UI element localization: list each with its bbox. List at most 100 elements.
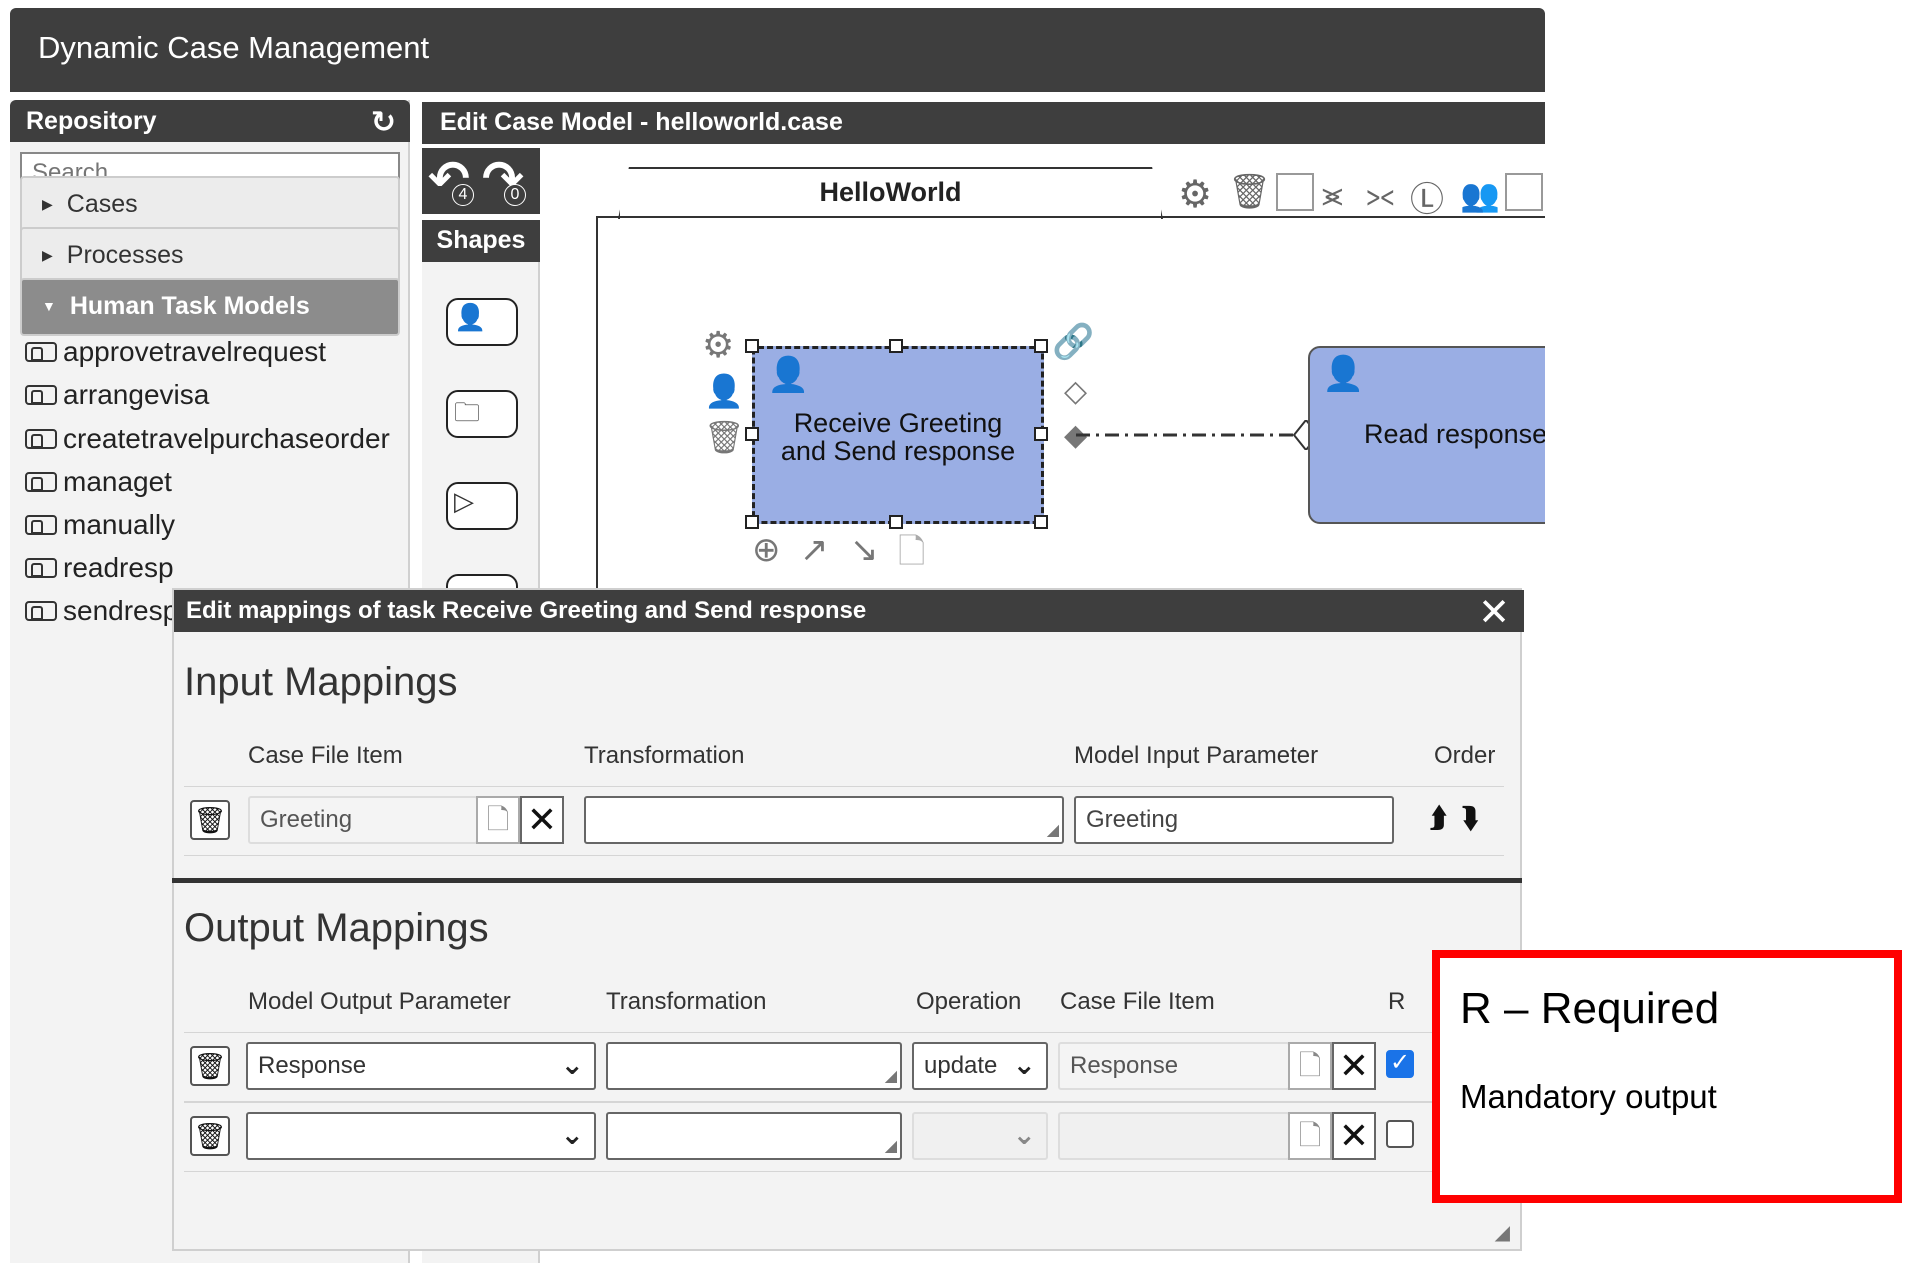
section-processes[interactable]: ▶ Processes <box>20 227 400 285</box>
task-read-response[interactable]: 👤 Read response <box>1308 346 1568 524</box>
link-icon[interactable]: 🔗 <box>1052 322 1094 362</box>
resize-handle[interactable] <box>1034 339 1048 353</box>
human-task-label: arrangevisa <box>63 379 210 410</box>
select-case-file-item-document-icon[interactable]: 🗋 <box>1288 1112 1332 1160</box>
dialog-title: Edit mappings of task Receive Greeting a… <box>186 597 867 624</box>
clear-case-file-item-x-icon[interactable]: ✕ <box>1332 1112 1376 1160</box>
required-checkbox-unchecked[interactable] <box>1386 1120 1414 1148</box>
edit-mappings-dialog: Edit mappings of task Receive Greeting a… <box>172 588 1524 1251</box>
col-required: R <box>1388 988 1406 1015</box>
redo-icon[interactable]: ↷ 0 <box>482 150 526 208</box>
shape-process-task[interactable]: ▷ <box>446 482 518 530</box>
delete-row-trash-icon[interactable]: 🗑 <box>190 1116 230 1156</box>
app-title: Dynamic Case Management <box>38 30 430 65</box>
gear-icon[interactable]: ⚙ <box>1178 172 1212 217</box>
resize-grip-icon[interactable]: ◢ <box>885 1066 897 1086</box>
model-input-parameter-field[interactable]: Greeting <box>1074 796 1394 844</box>
shape-case-task[interactable]: 🗀 <box>446 390 518 438</box>
human-task-label: approvetravelrequest <box>63 336 327 367</box>
output-transformation-field[interactable]: ◢ <box>606 1042 902 1090</box>
model-output-parameter-select[interactable]: Response ⌄ <box>246 1042 596 1090</box>
select-case-file-item-document-icon[interactable]: 🗋 <box>476 796 520 844</box>
resize-handle[interactable] <box>889 515 903 529</box>
clear-case-file-item-x-icon[interactable]: ✕ <box>1332 1042 1376 1090</box>
operation-select[interactable]: update ⌄ <box>912 1042 1048 1090</box>
outputs-icon[interactable]: ⪥ <box>1366 176 1394 214</box>
person-icon: 👤 <box>454 302 487 332</box>
col-case-file-item: Case File Item <box>1060 988 1215 1015</box>
task-receive-name: Receive Greeting and Send response <box>780 408 1016 466</box>
section-human-task-models-label: Human Task Models <box>69 292 310 320</box>
clear-case-file-item-x-icon[interactable]: ✕ <box>520 796 564 844</box>
chevron-down-icon: ⌄ <box>560 1119 584 1150</box>
delete-row-trash-icon[interactable]: 🗑 <box>190 1046 230 1086</box>
trash-icon[interactable]: 🗑 <box>1228 172 1271 212</box>
gear-icon[interactable]: ⚙ <box>702 324 734 366</box>
operation-select[interactable]: ⌄ <box>912 1112 1048 1160</box>
section-human-task-models[interactable]: ▼ Human Task Models <box>20 278 400 336</box>
person-icon: 👤 <box>767 356 810 394</box>
resize-handle[interactable] <box>745 427 759 441</box>
human-task-item[interactable]: approvetravelrequest <box>25 336 326 368</box>
select-case-file-item-document-icon[interactable]: 🗋 <box>1288 1042 1332 1090</box>
close-icon[interactable]: ✕ <box>1478 590 1510 635</box>
blank-square-icon[interactable] <box>1276 173 1314 211</box>
arrow-down-right-icon[interactable]: ↘ <box>850 530 879 570</box>
human-task-file-icon <box>25 429 57 449</box>
caret-right-icon: ▶ <box>42 247 53 263</box>
inputs-icon[interactable]: ⪤ <box>1322 176 1343 214</box>
human-task-file-icon <box>25 385 57 405</box>
input-transformation-field[interactable]: ◢ <box>584 796 1064 844</box>
editor-title: Edit Case Model - helloworld.case <box>440 108 843 136</box>
delete-row-trash-icon[interactable]: 🗑 <box>190 800 230 840</box>
section-divider <box>172 878 1522 883</box>
human-task-file-icon <box>25 342 57 362</box>
zoom-in-icon[interactable]: ⊕ <box>752 530 781 570</box>
move-down-icon[interactable]: ⮯ <box>1462 802 1479 835</box>
arrow-up-right-icon[interactable]: ↗ <box>800 530 829 570</box>
human-task-label: managet <box>63 466 172 497</box>
lock-circle-icon[interactable]: Ⓛ <box>1410 172 1444 221</box>
human-task-file-icon <box>25 558 57 578</box>
human-task-item[interactable]: createtravelpurchaseorder <box>25 423 390 455</box>
output-mappings-title: Output Mappings <box>184 906 489 950</box>
process-chevron-icon: ▷ <box>454 486 474 516</box>
shapes-header: Shapes <box>422 220 540 262</box>
repository-header: Repository ↻ <box>10 100 410 142</box>
human-task-item[interactable]: sendresp <box>25 595 178 627</box>
col-case-file-item: Case File Item <box>248 742 403 769</box>
col-order: Order <box>1434 742 1496 769</box>
resize-handle[interactable] <box>745 515 759 529</box>
required-checkbox-checked[interactable]: ✓ <box>1386 1050 1414 1078</box>
undo-icon[interactable]: ↶ 4 <box>428 150 474 208</box>
human-task-item[interactable]: managet <box>25 466 172 498</box>
app-title-bar: Dynamic Case Management <box>10 8 1545 92</box>
blank-square-icon[interactable] <box>1505 173 1543 211</box>
chevron-down-icon: ⌄ <box>1012 1049 1036 1080</box>
col-model-input-parameter: Model Input Parameter <box>1074 742 1319 769</box>
resize-handle[interactable] <box>889 339 903 353</box>
human-task-item[interactable]: manually <box>25 509 175 541</box>
resize-handle[interactable] <box>1034 515 1048 529</box>
document-icon[interactable]: 🗋 <box>898 528 925 585</box>
human-task-item[interactable]: readresp <box>25 552 174 584</box>
trash-icon[interactable]: 🗑 <box>704 418 745 456</box>
human-task-item[interactable]: arrangevisa <box>25 379 209 411</box>
shape-human-task[interactable]: 👤 <box>446 298 518 346</box>
repository-title: Repository <box>26 107 157 135</box>
move-up-icon[interactable]: ⮭ <box>1430 802 1447 835</box>
diamond-outline-icon[interactable]: ◇ <box>1064 374 1087 409</box>
connector-line[interactable] <box>1044 420 1324 450</box>
dialog-resize-grip-icon[interactable]: ◢ <box>1495 1220 1510 1245</box>
resize-handle[interactable] <box>745 339 759 353</box>
required-legend-callout: R – Required Mandatory output <box>1432 950 1902 1203</box>
refresh-icon[interactable]: ↻ <box>371 105 396 140</box>
task-receive-greeting[interactable]: 👤 Receive Greeting and Send response <box>752 346 1044 524</box>
section-cases[interactable]: ▶ Cases <box>20 176 400 234</box>
output-transformation-field[interactable]: ◢ <box>606 1112 902 1160</box>
resize-grip-icon[interactable]: ◢ <box>885 1136 897 1156</box>
resize-grip-icon[interactable]: ◢ <box>1047 820 1059 840</box>
person-icon[interactable]: 👤 <box>704 372 744 410</box>
model-output-parameter-select[interactable]: ⌄ <box>246 1112 596 1160</box>
team-icon[interactable]: 👥 <box>1460 176 1500 214</box>
